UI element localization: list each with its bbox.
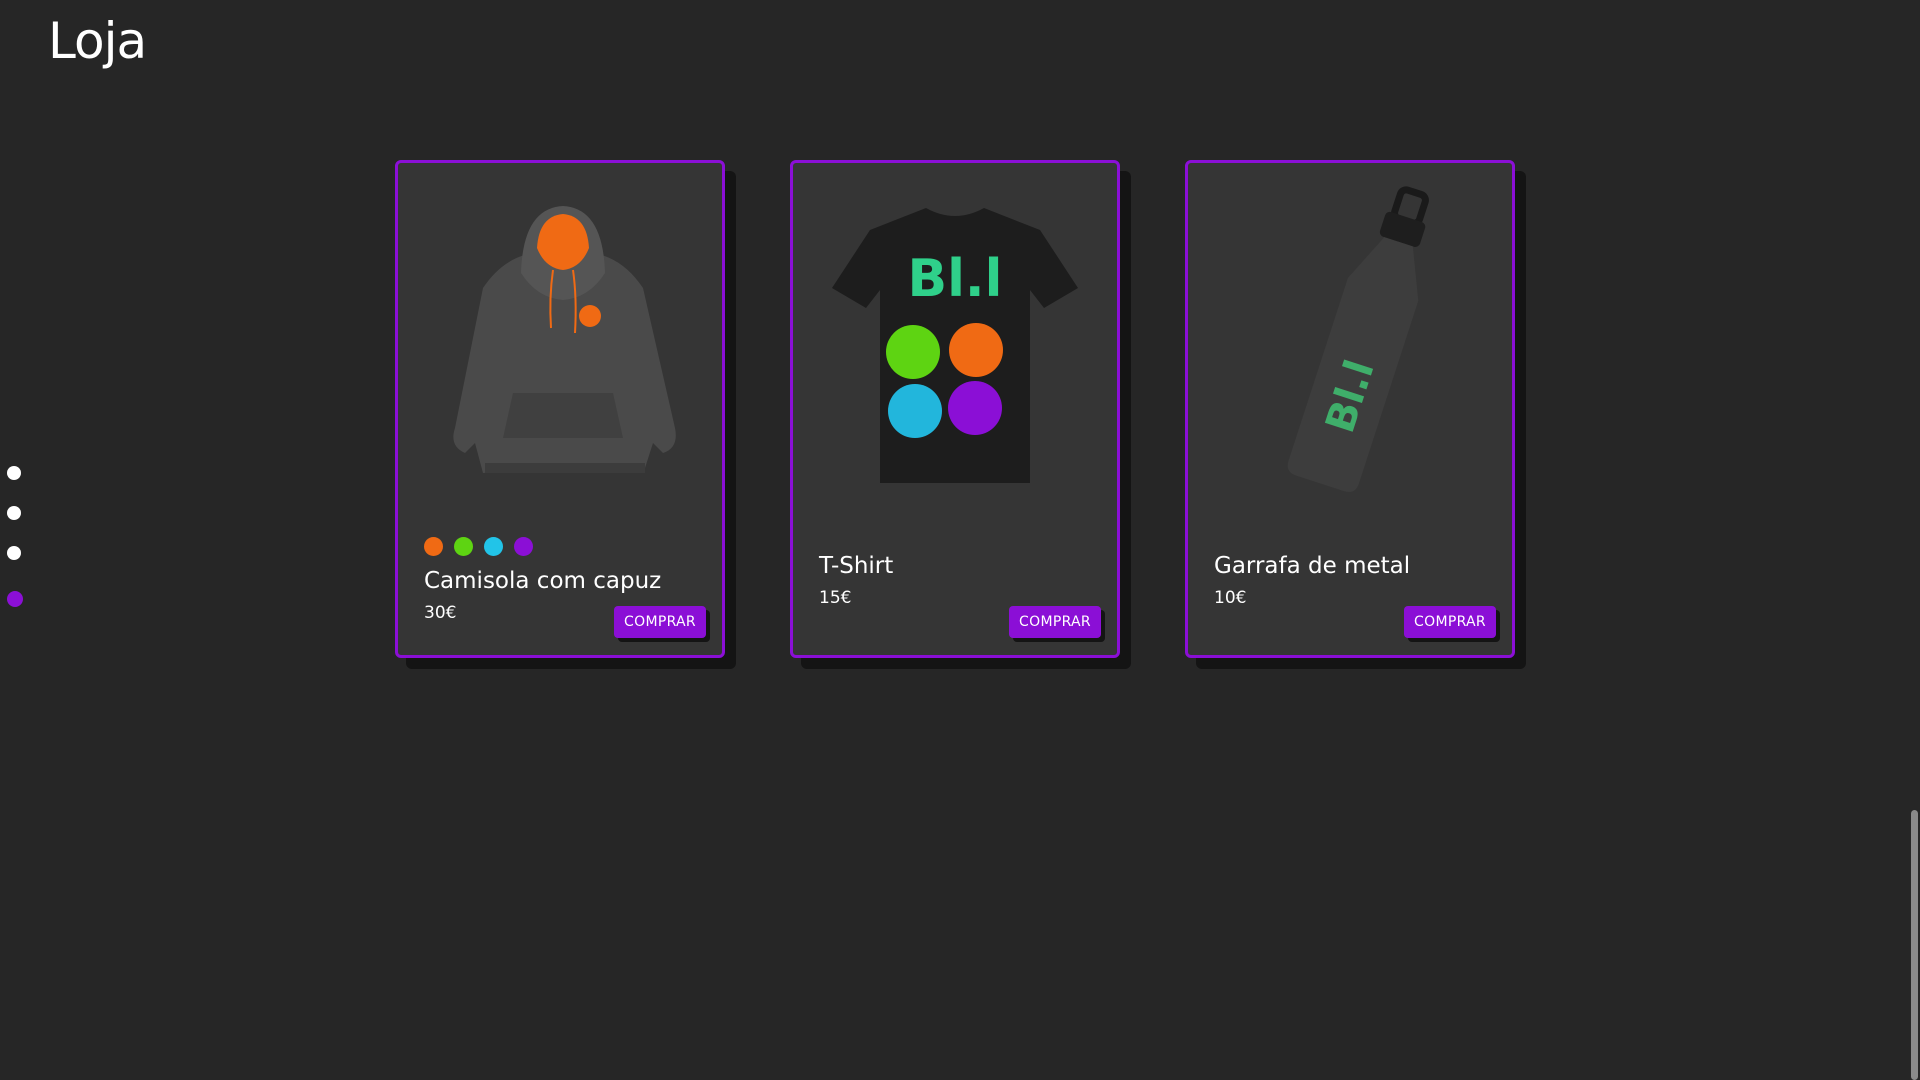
swatch-green[interactable] <box>454 537 473 556</box>
swatch-cyan[interactable] <box>484 537 503 556</box>
side-nav-dot-2[interactable] <box>7 506 21 520</box>
tshirt-icon: Bl.l <box>832 208 1078 483</box>
hoodie-icon <box>453 206 676 473</box>
bottle-image: Bl.l <box>1203 178 1497 508</box>
product-card-tshirt: Bl.l T-Shirt 15€ COMPRAR <box>790 160 1120 658</box>
side-nav-dot-3[interactable] <box>7 546 21 560</box>
page-title: Loja <box>48 12 147 70</box>
product-name: T-Shirt <box>819 553 894 579</box>
product-price: 30€ <box>424 603 457 623</box>
bottle-icon: Bl.l <box>1287 186 1429 492</box>
buy-button-hoodie[interactable]: COMPRAR <box>614 606 706 638</box>
hoodie-image <box>413 178 707 508</box>
swatch-orange[interactable] <box>424 537 443 556</box>
product-name: Garrafa de metal <box>1214 553 1411 579</box>
product-card-bottle: Bl.l Garrafa de metal 10€ COMPRAR <box>1185 160 1515 658</box>
side-nav-dot-4-active[interactable] <box>7 591 23 607</box>
product-card-hoodie: Camisola com capuz 30€ COMPRAR <box>395 160 725 658</box>
color-swatches <box>424 537 533 556</box>
product-price: 10€ <box>1214 588 1247 608</box>
product-name: Camisola com capuz <box>424 568 662 594</box>
swatch-purple[interactable] <box>514 537 533 556</box>
buy-button-bottle[interactable]: COMPRAR <box>1404 606 1496 638</box>
tshirt-image: Bl.l <box>808 178 1102 508</box>
tshirt-logo-text: Bl.l <box>907 249 1002 309</box>
scrollbar-track[interactable] <box>1906 0 1920 1080</box>
scrollbar-thumb[interactable] <box>1911 810 1918 1080</box>
buy-button-tshirt[interactable]: COMPRAR <box>1009 606 1101 638</box>
product-price: 15€ <box>819 588 852 608</box>
side-nav-dot-1[interactable] <box>7 466 21 480</box>
